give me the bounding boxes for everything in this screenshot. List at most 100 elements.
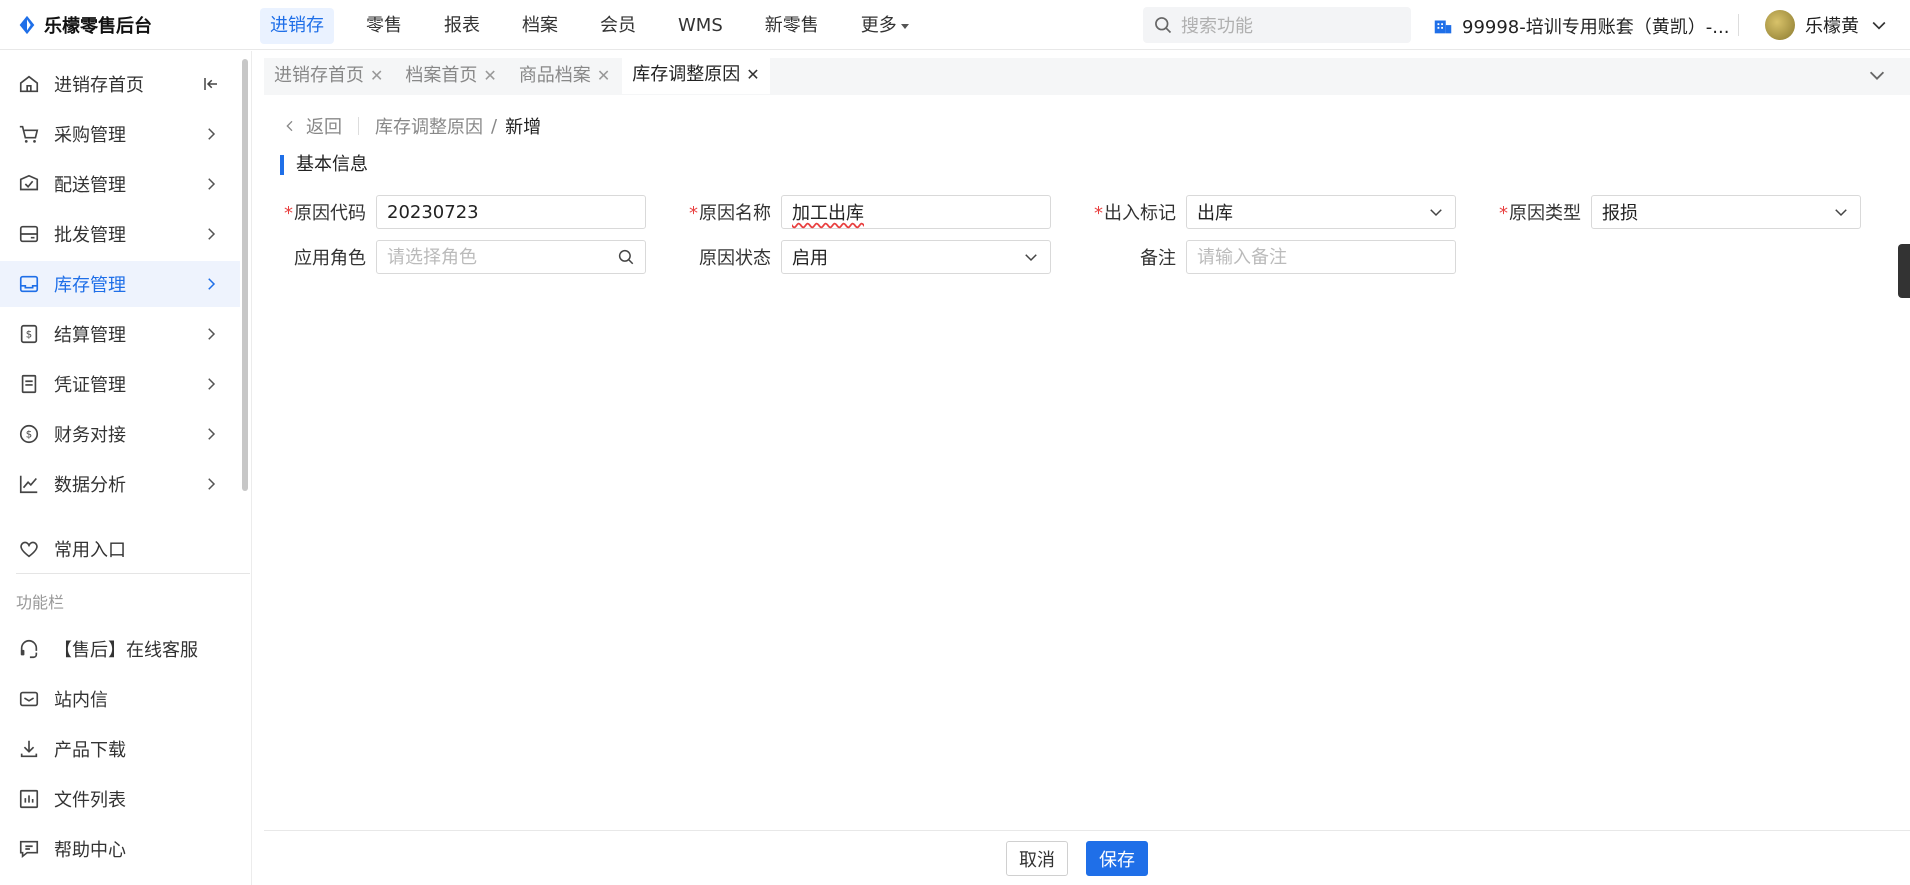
sidebar-item-voucher[interactable]: 凭证管理 (0, 361, 240, 407)
tab-label: 商品档案 (518, 65, 591, 86)
user-menu[interactable]: 乐檬黄 (1765, 10, 1889, 40)
sidebar-item-label: 配送管理 (54, 175, 126, 196)
building-icon (1434, 20, 1452, 34)
reason-status-select[interactable]: 启用 (781, 240, 1051, 274)
form-footer: 取消 保存 (264, 830, 1910, 885)
sidebar: 进销存首页 采购管理 配送管理 批发管理 库存管理 $ 结算管理 凭证管理 $ … (0, 51, 252, 885)
nav-item-members[interactable]: 会员 (590, 8, 646, 44)
applied-role-input-box (376, 240, 646, 274)
field-label: *原因名称 (681, 199, 781, 225)
field-label: 原因状态 (699, 248, 771, 269)
nav-item-wms[interactable]: WMS (668, 8, 733, 44)
reason-type-select[interactable]: 报损 (1591, 195, 1861, 229)
nav-more-label: 更多 (860, 15, 897, 36)
sidebar-item-delivery[interactable]: 配送管理 (0, 161, 240, 207)
nav-item-more[interactable]: 更多 (851, 8, 919, 44)
sidebar-item-file-list[interactable]: 文件列表 (0, 776, 240, 822)
tab-label: 进销存首页 (274, 65, 364, 86)
search-icon (1155, 17, 1172, 34)
tab-product-archive[interactable]: 商品档案 ✕ (508, 58, 621, 94)
sidebar-item-label: 【售后】在线客服 (54, 640, 198, 661)
search-icon[interactable] (617, 248, 635, 266)
sidebar-item-purchase[interactable]: 采购管理 (0, 111, 240, 157)
svg-text:$: $ (26, 330, 32, 341)
sidebar-item-label: 财务对接 (54, 425, 126, 446)
search-placeholder: 搜索功能 (1181, 16, 1253, 37)
chevron-down-icon (1835, 209, 1847, 217)
field-label: *原因类型 (1491, 199, 1591, 225)
logo-icon (19, 15, 35, 35)
sidebar-scrollbar[interactable] (242, 59, 248, 491)
applied-role-input[interactable] (387, 246, 617, 268)
chevron-right-icon (208, 428, 216, 440)
required-mark: * (1094, 203, 1103, 224)
sidebar-item-inventory[interactable]: 库存管理 (0, 261, 240, 307)
breadcrumb-parent[interactable]: 库存调整原因 (375, 113, 483, 139)
sidebar-item-wholesale[interactable]: 批发管理 (0, 211, 240, 257)
field-label: *原因代码 (276, 199, 376, 225)
section-title: 基本信息 (280, 155, 368, 175)
finance-icon: $ (19, 424, 39, 444)
voucher-icon (21, 374, 37, 394)
remark-input[interactable] (1197, 246, 1445, 268)
save-button[interactable]: 保存 (1086, 841, 1148, 876)
sidebar-item-favorites[interactable]: 常用入口 (0, 526, 240, 572)
sidebar-item-finance[interactable]: $ 财务对接 (0, 411, 240, 457)
chevron-right-icon (208, 178, 216, 190)
reason-code-input[interactable] (387, 201, 635, 223)
reason-name-value: 加工出库 (792, 203, 864, 224)
close-icon[interactable]: ✕ (597, 58, 610, 94)
sidebar-item-analytics[interactable]: 数据分析 (0, 461, 240, 507)
field-in-out-flag: *出入标记 出库 (1086, 195, 1456, 229)
reason-name-input[interactable]: 加工出库 (781, 195, 1051, 229)
tab-label: 档案首页 (405, 65, 478, 86)
chevron-right-icon (208, 228, 216, 240)
side-panel-handle[interactable] (1898, 244, 1910, 298)
nav-item-inventory[interactable]: 进销存 (260, 8, 334, 44)
sidebar-item-settlement[interactable]: $ 结算管理 (0, 311, 240, 357)
top-bar: 乐檬零售后台 进销存 零售 报表 档案 会员 WMS 新零售 更多 搜索功能 9… (0, 0, 1910, 50)
in-out-flag-select[interactable]: 出库 (1186, 195, 1456, 229)
svg-text:$: $ (26, 430, 32, 441)
field-label-text: 原因名称 (699, 203, 771, 224)
tab-stock-adjust-reason[interactable]: 库存调整原因 ✕ (622, 57, 770, 94)
field-applied-role: 应用角色 (276, 240, 646, 274)
sidebar-item-label: 凭证管理 (54, 375, 126, 396)
close-icon[interactable]: ✕ (746, 57, 759, 93)
sidebar-item-label: 库存管理 (54, 275, 126, 296)
sidebar-item-download[interactable]: 产品下载 (0, 726, 240, 772)
mail-icon (19, 691, 39, 707)
field-reason-name: *原因名称 加工出库 (681, 195, 1051, 229)
close-icon[interactable]: ✕ (370, 58, 383, 94)
field-reason-code: *原因代码 (276, 195, 646, 229)
field-label-text: 原因类型 (1509, 203, 1581, 224)
search-box[interactable]: 搜索功能 (1143, 7, 1411, 43)
chevron-down-icon[interactable] (1866, 64, 1888, 86)
nav-item-archives[interactable]: 档案 (512, 8, 568, 44)
divider (1738, 14, 1739, 36)
nav-item-new-retail[interactable]: 新零售 (755, 8, 829, 44)
chevron-down-icon (1025, 254, 1037, 262)
cancel-button[interactable]: 取消 (1006, 841, 1068, 876)
tab-archive-home[interactable]: 档案首页 ✕ (395, 58, 507, 94)
sidebar-item-inventory-home[interactable]: 进销存首页 (0, 61, 240, 107)
sidebar-item-customer-service[interactable]: 【售后】在线客服 (0, 626, 240, 672)
nav-item-retail[interactable]: 零售 (356, 8, 412, 44)
app-logo[interactable]: 乐檬零售后台 (16, 12, 152, 38)
settlement-icon: $ (20, 324, 38, 344)
sidebar-item-label: 文件列表 (54, 790, 126, 811)
cart-icon (19, 125, 39, 143)
close-icon[interactable]: ✕ (483, 58, 496, 94)
sidebar-item-messages[interactable]: 站内信 (0, 676, 240, 722)
field-remark: 备注 (1086, 240, 1456, 274)
chevron-right-icon (208, 478, 216, 490)
field-label: 备注 (1140, 248, 1176, 269)
sidebar-item-help[interactable]: 帮助中心 (0, 826, 240, 872)
nav-item-reports[interactable]: 报表 (434, 8, 490, 44)
collapse-sidebar-icon[interactable] (202, 75, 220, 93)
account-switcher[interactable]: 99998-培训专用账套（黄凯）-... (1432, 13, 1729, 39)
tab-inventory-home[interactable]: 进销存首页 ✕ (264, 58, 394, 94)
chevron-right-icon (208, 278, 216, 290)
back-button[interactable]: 返回 (282, 113, 342, 139)
breadcrumb: 返回 库存调整原因 / 新增 (282, 113, 541, 139)
